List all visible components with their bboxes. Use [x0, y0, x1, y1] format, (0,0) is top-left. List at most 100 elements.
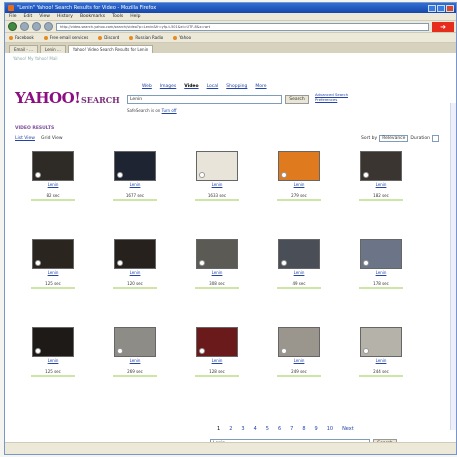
tab-more[interactable]: More [255, 84, 266, 89]
video-result[interactable]: Lenin 269 sec [107, 327, 163, 377]
list-view-link[interactable]: List View [15, 136, 35, 141]
bookmark-icon [43, 35, 48, 40]
video-thumbnail[interactable] [196, 151, 238, 181]
duration-select[interactable] [431, 135, 440, 142]
bookmark-item[interactable]: Free email services [43, 35, 88, 40]
tab-web[interactable]: Web [142, 84, 152, 89]
page-5[interactable]: 5 [266, 426, 269, 432]
video-title[interactable]: Lenin [353, 270, 409, 275]
menu-tools[interactable]: Tools [112, 14, 123, 19]
video-title[interactable]: Lenin [271, 182, 327, 187]
video-result[interactable]: Lenin 49 sec [271, 239, 327, 289]
maximize-button[interactable] [437, 4, 445, 12]
video-thumbnail[interactable] [278, 327, 320, 357]
page-7[interactable]: 7 [290, 426, 293, 432]
video-title[interactable]: Lenin [25, 270, 81, 275]
minimize-button[interactable] [428, 4, 436, 12]
scrollbar[interactable] [450, 103, 456, 430]
video-title[interactable]: Lenin [353, 182, 409, 187]
video-result[interactable]: Lenin 125 sec [25, 327, 81, 377]
home-button[interactable] [44, 22, 53, 31]
tab-images[interactable]: Images [160, 84, 176, 89]
close-button[interactable] [446, 4, 454, 12]
back-button[interactable] [8, 22, 17, 31]
video-result[interactable]: Lenin 125 sec [25, 239, 81, 289]
top-links[interactable]: Yahoo! My Yahoo! Mail [13, 56, 58, 61]
next-page-link[interactable]: Next [342, 426, 354, 432]
video-title[interactable]: Lenin [189, 358, 245, 363]
page-1[interactable]: 1 [217, 426, 220, 432]
bookmark-item[interactable]: Yahoo [173, 35, 191, 40]
preferences-link[interactable]: Preferences [315, 97, 348, 102]
page-8[interactable]: 8 [302, 426, 305, 432]
menu-view[interactable]: View [39, 14, 50, 19]
menu-bookmarks[interactable]: Bookmarks [80, 14, 105, 19]
video-thumbnail[interactable] [360, 151, 402, 181]
video-title[interactable]: Lenin [189, 270, 245, 275]
video-result[interactable]: Lenin 244 sec [353, 327, 409, 377]
video-thumbnail[interactable] [32, 327, 74, 357]
page-9[interactable]: 9 [315, 426, 318, 432]
yahoo-logo[interactable]: YAHOO! [15, 89, 81, 107]
tab-lenin[interactable]: Lenin ... [39, 45, 66, 53]
arrow-icon[interactable]: ➜ [432, 21, 454, 32]
video-thumbnail[interactable] [114, 151, 156, 181]
menu-history[interactable]: History [57, 14, 73, 19]
video-thumbnail[interactable] [32, 239, 74, 269]
video-title[interactable]: Lenin [107, 182, 163, 187]
video-thumbnail[interactable] [278, 151, 320, 181]
video-result[interactable]: Lenin 1677 sec [107, 151, 163, 201]
video-result[interactable]: Lenin 1633 sec [189, 151, 245, 201]
tab-video[interactable]: Video [184, 84, 198, 89]
video-title[interactable]: Lenin [107, 358, 163, 363]
bookmark-item[interactable]: Facebook [9, 35, 34, 40]
reload-button[interactable] [32, 22, 41, 31]
menu-file[interactable]: File [9, 14, 17, 19]
video-result[interactable]: Lenin 178 sec [353, 239, 409, 289]
search-button[interactable]: Search [285, 95, 309, 104]
video-source-line [277, 375, 321, 377]
tab-shopping[interactable]: Shopping [226, 84, 247, 89]
video-title[interactable]: Lenin [107, 270, 163, 275]
sort-select[interactable]: Relevance [379, 135, 409, 142]
forward-button[interactable] [20, 22, 29, 31]
video-result[interactable]: Lenin 82 sec [25, 151, 81, 201]
menu-edit[interactable]: Edit [24, 14, 33, 19]
tab-email[interactable]: Email - ... [9, 45, 38, 53]
bookmark-item[interactable]: Discord [98, 35, 119, 40]
video-thumbnail[interactable] [32, 151, 74, 181]
safesearch-toggle-link[interactable]: Turn off [162, 108, 177, 113]
video-thumbnail[interactable] [360, 327, 402, 357]
video-thumbnail[interactable] [278, 239, 320, 269]
video-result[interactable]: Lenin 308 sec [189, 239, 245, 289]
video-thumbnail[interactable] [196, 239, 238, 269]
page-4[interactable]: 4 [254, 426, 257, 432]
video-result[interactable]: Lenin 279 sec [271, 151, 327, 201]
menu-help[interactable]: Help [130, 14, 140, 19]
video-title[interactable]: Lenin [271, 270, 327, 275]
grid-view-label[interactable]: Grid View [41, 136, 63, 141]
search-input[interactable]: Lenin [127, 95, 282, 104]
video-title[interactable]: Lenin [189, 182, 245, 187]
video-thumbnail[interactable] [114, 327, 156, 357]
page-2[interactable]: 2 [229, 426, 232, 432]
video-result[interactable]: Lenin 128 sec [189, 327, 245, 377]
video-title[interactable]: Lenin [25, 358, 81, 363]
video-thumbnail[interactable] [196, 327, 238, 357]
video-result[interactable]: Lenin 182 sec [353, 151, 409, 201]
video-title[interactable]: Lenin [353, 358, 409, 363]
video-result[interactable]: Lenin 120 sec [107, 239, 163, 289]
bookmark-item[interactable]: Russian Radio [129, 35, 163, 40]
address-bar[interactable]: http://video.search.yahoo.com/search/vid… [56, 22, 429, 31]
page-10[interactable]: 10 [327, 426, 333, 432]
video-title[interactable]: Lenin [25, 182, 81, 187]
video-title[interactable]: Lenin [271, 358, 327, 363]
tab-yahoo-video[interactable]: Yahoo! Video Search Results for Lenin [67, 45, 154, 53]
tab-local[interactable]: Local [207, 84, 219, 89]
play-icon [281, 260, 287, 266]
video-result[interactable]: Lenin 249 sec [271, 327, 327, 377]
page-3[interactable]: 3 [241, 426, 244, 432]
video-thumbnail[interactable] [114, 239, 156, 269]
video-thumbnail[interactable] [360, 239, 402, 269]
page-6[interactable]: 6 [278, 426, 281, 432]
